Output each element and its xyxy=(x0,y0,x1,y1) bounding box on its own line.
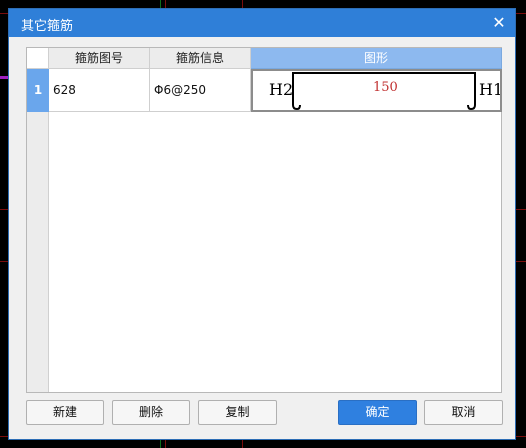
column-header-info[interactable]: 箍筋信息 xyxy=(150,48,251,69)
dialog-title: 其它箍筋 xyxy=(21,19,74,34)
cell-figure-no[interactable]: 628 xyxy=(49,69,150,112)
other-stirrups-dialog: 其它箍筋 ✕ 箍筋图号 箍筋信息 图形 1 628 Φ6@250 H2 H1 1… xyxy=(8,8,516,440)
row-number[interactable]: 1 xyxy=(27,69,49,112)
delete-button[interactable]: 删除 xyxy=(112,400,190,425)
stirrup-table: 箍筋图号 箍筋信息 图形 1 628 Φ6@250 H2 H1 150 xyxy=(26,47,502,393)
cell-stirrup-info[interactable]: Φ6@250 xyxy=(150,69,251,112)
close-icon[interactable]: ✕ xyxy=(489,13,509,33)
dialog-titlebar: 其它箍筋 ✕ xyxy=(9,9,515,37)
table-corner xyxy=(27,48,49,69)
stirrup-shape-drawing: H2 H1 150 xyxy=(269,72,500,110)
new-button[interactable]: 新建 xyxy=(26,400,104,425)
copy-button[interactable]: 复制 xyxy=(198,400,277,425)
shape-dimension: 150 xyxy=(373,80,398,95)
ok-button[interactable]: 确定 xyxy=(338,400,417,425)
right-hook xyxy=(467,104,476,110)
cancel-button[interactable]: 取消 xyxy=(424,400,503,425)
shape-label-left: H2 xyxy=(269,80,293,99)
column-header-shape[interactable]: 图形 xyxy=(251,48,502,69)
shape-label-right: H1 xyxy=(479,80,500,99)
left-hook xyxy=(292,104,301,110)
cell-shape-preview[interactable]: H2 H1 150 xyxy=(251,69,502,112)
column-header-figure-no[interactable]: 箍筋图号 xyxy=(49,48,150,69)
